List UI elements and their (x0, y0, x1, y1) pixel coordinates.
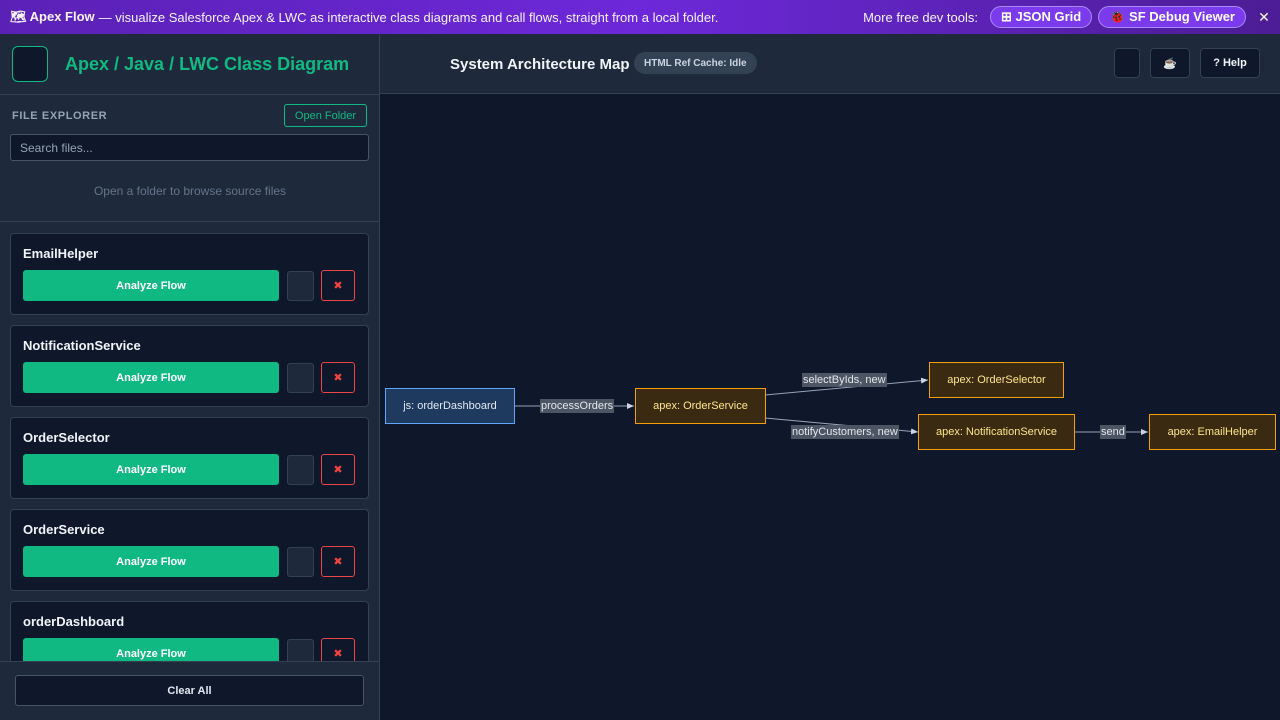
card-option-button[interactable] (287, 455, 314, 485)
diagram-node-orderDashboard[interactable]: js: orderDashboard (385, 388, 515, 424)
close-banner-icon[interactable]: ✕ (1258, 9, 1270, 26)
class-card: orderDashboard Analyze Flow ✖ (10, 601, 369, 661)
delete-icon[interactable]: ✖ (321, 362, 355, 393)
class-name: OrderService (23, 522, 105, 537)
search-files-input[interactable] (10, 134, 369, 161)
json-grid-link[interactable]: ⊞ JSON Grid (989, 6, 1093, 28)
main-header: System Architecture Map HTML Ref Cache: … (380, 34, 1280, 94)
more-tools-label: More free dev tools: (863, 9, 978, 25)
class-card-list[interactable]: EmailHelper Analyze Flow ✖ NotificationS… (0, 223, 379, 661)
class-card: OrderSelector Analyze Flow ✖ (10, 417, 369, 499)
page-title: System Architecture Map (450, 56, 630, 73)
card-option-button[interactable] (287, 547, 314, 577)
class-name: NotificationService (23, 338, 141, 353)
cache-status-badge: HTML Ref Cache: Idle (634, 52, 757, 74)
class-name: orderDashboard (23, 614, 125, 629)
open-folder-button[interactable]: Open Folder (284, 104, 367, 127)
diagram-canvas[interactable]: processOrders selectByIds, new notifyCus… (380, 94, 1280, 720)
app-brand: 🗺 Apex Flow (10, 9, 95, 24)
edge-label: selectByIds, new (802, 373, 887, 387)
sidebar-header: Apex / Java / LWC Class Diagram (0, 34, 379, 95)
delete-icon[interactable]: ✖ (321, 270, 355, 301)
diagram-node-OrderSelector[interactable]: apex: OrderSelector (929, 362, 1064, 398)
class-name: EmailHelper (23, 246, 99, 261)
sidebar-footer: Clear All (0, 661, 379, 720)
analyze-flow-button[interactable]: Analyze Flow (23, 454, 279, 485)
app-logo-icon (12, 46, 48, 82)
delete-icon[interactable]: ✖ (321, 454, 355, 485)
help-button[interactable]: ? Help (1200, 48, 1260, 78)
analyze-flow-button[interactable]: Analyze Flow (23, 362, 279, 393)
diagram-node-EmailHelper[interactable]: apex: EmailHelper (1149, 414, 1276, 450)
class-card: EmailHelper Analyze Flow ✖ (10, 233, 369, 315)
diagram-node-OrderService[interactable]: apex: OrderService (635, 388, 766, 424)
delete-icon[interactable]: ✖ (321, 638, 355, 661)
sidebar-title: Apex / Java / LWC Class Diagram (65, 53, 350, 74)
edge-label: send (1100, 425, 1126, 439)
file-explorer: FILE EXPLORER Open Folder Open a folder … (0, 95, 379, 222)
empty-folder-message: Open a folder to browse source files (93, 184, 287, 198)
toolbar-blank-button[interactable] (1114, 48, 1140, 78)
file-explorer-label: FILE EXPLORER (12, 110, 108, 122)
edge-label: notifyCustomers, new (791, 425, 899, 439)
main-panel: System Architecture Map HTML Ref Cache: … (380, 34, 1280, 720)
diagram-node-NotificationService[interactable]: apex: NotificationService (918, 414, 1075, 450)
class-card: NotificationService Analyze Flow ✖ (10, 325, 369, 407)
class-name: OrderSelector (23, 430, 110, 445)
card-option-button[interactable] (287, 639, 314, 661)
clear-all-button[interactable]: Clear All (15, 675, 364, 706)
sidebar: Apex / Java / LWC Class Diagram FILE EXP… (0, 34, 380, 720)
analyze-flow-button[interactable]: Analyze Flow (23, 546, 279, 577)
card-option-button[interactable] (287, 271, 314, 301)
coffee-icon[interactable]: ☕ (1150, 48, 1190, 78)
sf-debug-viewer-link[interactable]: 🐞 SF Debug Viewer (1098, 6, 1246, 28)
delete-icon[interactable]: ✖ (321, 546, 355, 577)
diagram-edges (514, 377, 1148, 435)
edge-label: processOrders (540, 399, 615, 413)
class-card: OrderService Analyze Flow ✖ (10, 509, 369, 591)
analyze-flow-button[interactable]: Analyze Flow (23, 638, 279, 661)
analyze-flow-button[interactable]: Analyze Flow (23, 270, 279, 301)
app-tagline: — visualize Salesforce Apex & LWC as int… (98, 9, 719, 25)
card-option-button[interactable] (287, 363, 314, 393)
promo-banner: 🗺 Apex Flow — visualize Salesforce Apex … (0, 0, 1280, 34)
